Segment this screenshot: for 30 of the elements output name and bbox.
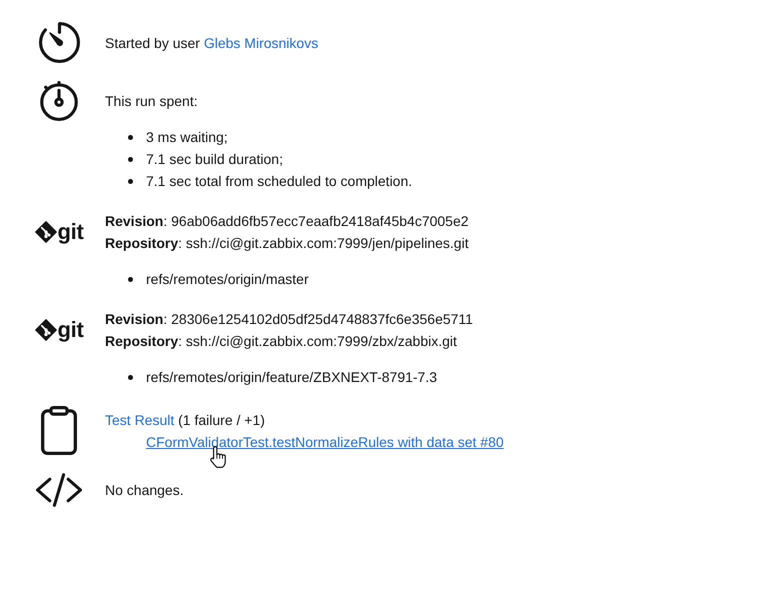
bullet-icon [128, 134, 133, 140]
duration-text: 7.1 sec build duration; [146, 150, 283, 169]
code-icon [36, 473, 82, 507]
repository-text: Repository: ssh://ci@git.zabbix.com:7999/zbx/zabbix.git [105, 332, 457, 351]
changes-text: No changes. [105, 481, 184, 500]
logo-wordmark: git [58, 319, 84, 341]
bullet-icon [128, 156, 133, 162]
branch-text: refs/remotes/origin/feature/ZBXNEXT-8791-7.3 [146, 368, 438, 387]
duration-text: 7.1 sec total from scheduled to completion. [146, 172, 412, 191]
user-link[interactable]: Glebs Mirosnikovs [204, 34, 318, 50]
failed-test-link[interactable]: CFormValidatorTest.testNormalizeRules with data set #80 [146, 434, 504, 450]
repository-text: Repository: ssh://ci@git.zabbix.com:7999/jen/pipelines.git [105, 234, 469, 253]
hand-cursor-icon [209, 446, 227, 468]
run-summary-text: This run spent: [105, 92, 198, 111]
test-result-text: Test Result (1 failure / +1) [105, 410, 265, 430]
duration-text: 3 ms waiting; [146, 128, 228, 147]
bullet-icon [128, 276, 133, 282]
branch-diamond-icon [34, 221, 56, 243]
revision-text: Revision: 96ab06add6fb57ecc7eaafb2418af45b4c7005e2 [105, 212, 469, 231]
test-result-link[interactable]: Test Result [105, 412, 174, 428]
timer-icon [38, 22, 80, 63]
clipboard-icon [41, 406, 77, 455]
revision-text: Revision: 28306e1254102d05df25d4748837fc6e356e5711 [105, 310, 473, 329]
started-by-text: Started by user Glebs Mirosnikovs [105, 34, 318, 53]
bullet-icon [128, 374, 133, 380]
branch-diamond-icon [34, 319, 56, 341]
branch-text: refs/remotes/origin/master [146, 270, 309, 289]
logo-wordmark: git [58, 221, 84, 243]
stopwatch-icon [40, 81, 78, 121]
bullet-icon [128, 178, 133, 184]
